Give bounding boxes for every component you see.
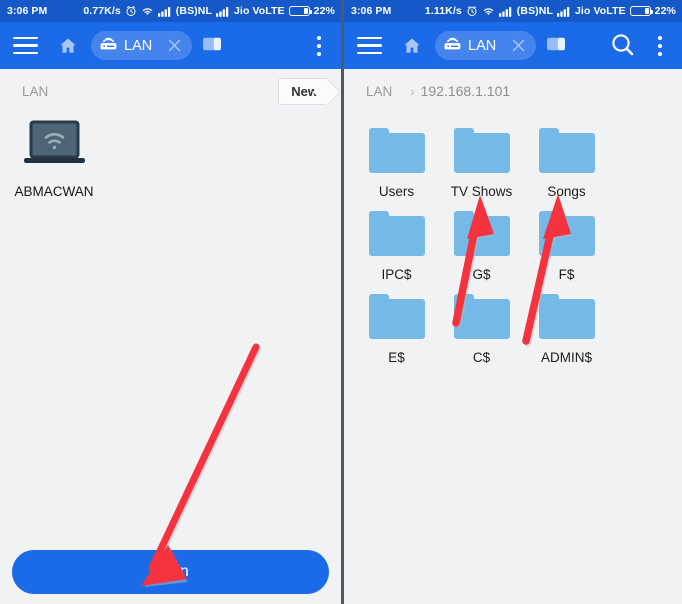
signal-bars-icon <box>215 6 230 17</box>
device-item[interactable]: ABMACWAN <box>12 119 96 201</box>
carrier-two: Jio VoLTE <box>233 5 285 17</box>
folder-name: G$ <box>472 267 491 282</box>
folder-name: ADMIN$ <box>540 350 592 365</box>
folder-item[interactable]: TV Shows <box>439 117 524 200</box>
folder-icon <box>366 208 428 259</box>
folder-item[interactable]: ADMIN$ <box>524 283 609 366</box>
left-panel: 3:06 PM 0.77K/s (BS)NL Jio VoLTE 22% LAN… <box>0 0 341 604</box>
folder-icon <box>366 291 428 342</box>
status-bar-right: 3:06 PM 1.11K/s (BS)NL Jio VoLTE 22% <box>344 0 682 22</box>
network-speed: 0.77K/s <box>83 5 121 17</box>
more-options-icon[interactable] <box>309 33 329 59</box>
folder-item[interactable]: F$ <box>524 200 609 283</box>
folder-name: IPC$ <box>381 267 412 282</box>
router-icon <box>443 36 462 56</box>
hamburger-menu-icon[interactable] <box>11 33 39 59</box>
folder-name: F$ <box>558 267 575 282</box>
folder-icon <box>536 208 598 259</box>
breadcrumb-left: LAN New <box>0 69 341 113</box>
folder-name: E$ <box>388 350 405 365</box>
folder-icon <box>366 125 428 176</box>
folder-item[interactable]: Users <box>354 117 439 200</box>
close-icon[interactable] <box>510 37 527 54</box>
folder-name: TV Shows <box>450 184 513 199</box>
alarm-clock-icon <box>125 5 137 17</box>
toolbar-right: LAN <box>344 22 682 69</box>
scan-button[interactable]: Scan <box>12 550 329 594</box>
status-bar-left: 3:06 PM 0.77K/s (BS)NL Jio VoLTE 22% <box>0 0 341 22</box>
device-name: ABMACWAN <box>14 184 94 199</box>
dual-screenshot: 3:06 PM 0.77K/s (BS)NL Jio VoLTE 22% LAN… <box>0 0 682 604</box>
folder-name: Users <box>378 184 415 199</box>
folder-item[interactable]: G$ <box>439 200 524 283</box>
right-panel: 3:06 PM 1.11K/s (BS)NL Jio VoLTE 22% LAN… <box>341 0 682 604</box>
hamburger-menu-icon[interactable] <box>355 33 383 59</box>
tab-lan[interactable]: LAN <box>435 31 537 60</box>
device-list: ABMACWAN <box>0 113 341 201</box>
toolbar-left: LAN <box>0 22 341 69</box>
breadcrumb-right: LAN › 192.168.1.101 <box>344 69 682 113</box>
network-speed: 1.11K/s <box>424 5 462 17</box>
carrier-two: Jio VoLTE <box>574 5 626 17</box>
folder-icon <box>536 125 598 176</box>
signal-bars-icon <box>556 6 571 17</box>
folder-icon <box>536 291 598 342</box>
status-time: 3:06 PM <box>7 5 48 17</box>
folder-icon <box>451 291 513 342</box>
battery-percent: 22% <box>313 5 335 17</box>
battery-icon <box>629 6 653 16</box>
router-icon <box>99 36 118 56</box>
folder-grid: Users TV Shows Songs IPC$ G$ F$ E$ C$ AD… <box>344 113 682 366</box>
folder-name: Songs <box>547 184 586 199</box>
signal-bars-icon <box>498 6 513 17</box>
battery-icon <box>288 6 312 16</box>
wifi-icon <box>141 6 154 17</box>
tab-label: LAN <box>468 37 497 54</box>
more-options-icon[interactable] <box>650 33 670 59</box>
status-time: 3:06 PM <box>351 5 392 17</box>
folder-name: C$ <box>472 350 491 365</box>
new-button[interactable]: New <box>278 77 327 105</box>
wifi-icon <box>482 6 495 17</box>
battery-percent: 22% <box>654 5 676 17</box>
alarm-clock-icon <box>466 5 478 17</box>
breadcrumb-path[interactable]: 192.168.1.101 <box>421 83 511 99</box>
home-icon[interactable] <box>53 31 83 61</box>
folder-item[interactable]: C$ <box>439 283 524 366</box>
folder-item[interactable]: E$ <box>354 283 439 366</box>
folder-icon <box>451 208 513 259</box>
folder-icon <box>451 125 513 176</box>
windows-icon[interactable] <box>202 35 224 57</box>
close-icon[interactable] <box>166 37 183 54</box>
folder-item[interactable]: Songs <box>524 117 609 200</box>
windows-icon[interactable] <box>546 35 568 57</box>
signal-bars-icon <box>157 6 172 17</box>
laptop-wifi-icon <box>23 119 86 176</box>
tab-lan[interactable]: LAN <box>91 31 193 60</box>
folder-item[interactable]: IPC$ <box>354 200 439 283</box>
breadcrumb-root[interactable]: LAN <box>22 84 48 99</box>
tab-label: LAN <box>124 37 153 54</box>
scan-button-wrap: Scan <box>0 550 341 594</box>
home-icon[interactable] <box>397 31 427 61</box>
search-icon[interactable] <box>610 32 638 60</box>
carrier-one: (BS)NL <box>516 5 553 17</box>
carrier-one: (BS)NL <box>175 5 212 17</box>
breadcrumb-root[interactable]: LAN <box>366 84 392 99</box>
breadcrumb-separator-icon: › <box>410 83 415 99</box>
